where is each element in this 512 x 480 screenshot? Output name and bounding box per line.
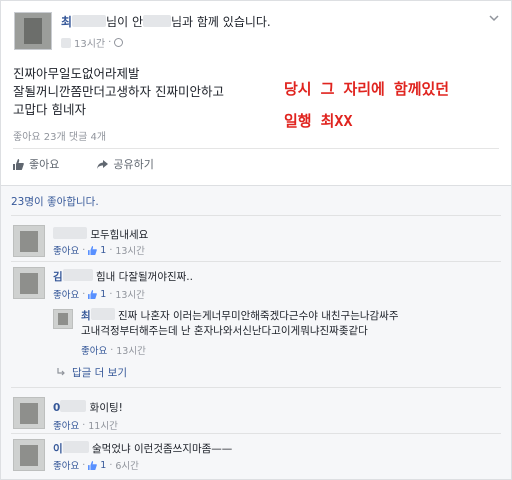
author-name[interactable]: 최 — [61, 15, 72, 29]
redacted-name — [90, 308, 115, 320]
globe-icon — [114, 38, 124, 47]
post-actions: 좋아요 공유하기 — [13, 156, 154, 172]
annotation-line-2: 일행 최XX — [284, 112, 353, 130]
more-replies-label: 답글 더 보기 — [72, 367, 127, 379]
post-header: 최 님이 안 님과 함께 있습니다. — [61, 13, 271, 30]
comment-text: 술먹었냐 이런것좀쓰지마좀—— — [92, 443, 233, 455]
divider — [13, 148, 499, 149]
header-tail: 님과 함께 있습니다. — [170, 15, 271, 29]
comment-avatar[interactable] — [13, 397, 45, 429]
redacted-name — [72, 15, 107, 27]
share-icon — [97, 159, 109, 169]
redacted-mark — [61, 37, 71, 48]
red-annotation: 당시 그 자리에 함께있던 일행 최XX — [284, 73, 449, 137]
redacted-name — [142, 15, 171, 27]
comment-like-link[interactable]: 좋아요 — [53, 458, 79, 472]
divider — [11, 261, 501, 262]
reply-arrow-icon — [57, 368, 65, 376]
post-card: 최 님이 안 님과 함께 있습니다. 13시간 · 진짜아무일도없어라제발 잘될꺼니… — [0, 0, 512, 480]
comment-avatar[interactable] — [13, 267, 45, 299]
redacted-name — [62, 269, 93, 281]
post-time[interactable]: 13시간 — [74, 35, 105, 50]
comment-like-count[interactable]: 1 — [100, 289, 106, 300]
header-mid: 님이 안 — [106, 15, 143, 29]
liked-by-summary[interactable]: 23명이 좋아합니다. — [11, 194, 99, 209]
post-meta: 13시간 · — [61, 35, 124, 50]
post-body-line: 잘될꺼니깐쫌만더고생하자 진짜미안하고 — [13, 84, 224, 99]
comment-time[interactable]: 13시간 — [115, 243, 145, 257]
divider — [11, 215, 501, 216]
comment-avatar[interactable] — [13, 439, 45, 471]
reply-avatar[interactable] — [53, 309, 73, 329]
comment-like-count[interactable]: 1 — [100, 460, 106, 471]
comment-like-link[interactable]: 좋아요 — [53, 243, 79, 257]
share-label: 공유하기 — [113, 158, 154, 171]
annotation-line-1: 당시 그 자리에 함께있던 — [284, 80, 450, 98]
comment-time[interactable]: 6시간 — [115, 458, 139, 472]
reply-like-link[interactable]: 좋아요 — [81, 343, 107, 357]
comment-avatar[interactable] — [13, 225, 45, 257]
comment-meta: 좋아요 · 1 · 13시간 — [53, 243, 145, 258]
like-icon — [13, 158, 24, 170]
avatar-silhouette — [24, 18, 42, 44]
comment-like-link[interactable]: 좋아요 — [53, 287, 79, 301]
divider — [11, 387, 501, 388]
post-stats[interactable]: 좋아요 23개 댓글 4개 — [13, 128, 106, 143]
comment-meta: 좋아요 · 1 · 13시간 — [53, 287, 145, 302]
reply-text: 고내걱정부터해주는데 난 혼자나와서신난다고이게뭐냐진짜좆같다 — [81, 325, 368, 337]
chevron-down-icon[interactable] — [489, 13, 499, 23]
more-replies-link[interactable]: 답글 더 보기 — [57, 365, 127, 380]
avatar-silhouette — [57, 312, 69, 326]
commenter-name[interactable]: 이 — [53, 443, 63, 455]
commenter-name[interactable]: 최 — [81, 310, 91, 322]
avatar-silhouette — [20, 444, 38, 466]
comment-text: 모두힘내세요 — [90, 229, 149, 241]
post-body-line: 고맙다 힘네자 — [13, 102, 86, 117]
avatar-silhouette — [20, 230, 38, 252]
reply-text-row: 고내걱정부터해주는데 난 혼자나와서신난다고이게뭐냐진짜좆같다 — [81, 323, 368, 338]
comment-text: 힘내 다잘될꺼야진짜.. — [96, 271, 193, 283]
comment-text-row: 0 화이팅! — [53, 400, 123, 415]
redacted-name — [62, 441, 89, 453]
comment-time[interactable]: 13시간 — [115, 287, 145, 301]
thumb-icon — [88, 289, 98, 299]
comment-meta: 좋아요 · 11시간 — [53, 418, 118, 433]
reply-time[interactable]: 13시간 — [116, 343, 146, 357]
post-body: 진짜아무일도없어라제발 잘될꺼니깐쫌만더고생하자 진짜미안하고 고맙다 힘네자 — [13, 65, 224, 119]
avatar-silhouette — [20, 402, 38, 424]
comment-text-row: 모두힘내세요 — [53, 227, 148, 242]
commenter-name[interactable]: 김 — [53, 271, 63, 283]
comment-text-row: 이 술먹었냐 이런것좀쓰지마좀—— — [53, 441, 232, 456]
comment-like-link[interactable]: 좋아요 — [53, 418, 79, 432]
author-avatar[interactable] — [14, 12, 52, 50]
post-body-line: 진짜아무일도없어라제발 — [13, 66, 140, 81]
like-button[interactable]: 좋아요 — [13, 156, 59, 172]
thumb-icon — [88, 460, 98, 470]
redacted-name[interactable] — [53, 227, 87, 239]
like-label: 좋아요 — [29, 158, 60, 171]
reply-text: 진짜 나혼자 이러는게너무미안해죽겠다근수야 내친구는나감싸주 — [118, 310, 399, 322]
reply-text-row: 최 진짜 나혼자 이러는게너무미안해죽겠다근수야 내친구는나감싸주 — [81, 308, 399, 323]
comment-text: 화이팅! — [89, 402, 123, 414]
comment-like-count[interactable]: 1 — [100, 245, 106, 256]
thumb-icon — [88, 245, 98, 255]
divider — [11, 433, 501, 434]
comment-meta: 좋아요 · 1 · 6시간 — [53, 458, 139, 473]
commenter-name[interactable]: 0 — [53, 402, 60, 414]
comment-text-row: 김 힘내 다잘될꺼야진짜.. — [53, 269, 193, 284]
redacted-name — [60, 400, 87, 412]
reply-meta: 좋아요 · 13시간 — [81, 343, 146, 358]
avatar-silhouette — [20, 272, 38, 294]
comment-time[interactable]: 11시간 — [88, 418, 118, 432]
share-button[interactable]: 공유하기 — [97, 156, 154, 172]
